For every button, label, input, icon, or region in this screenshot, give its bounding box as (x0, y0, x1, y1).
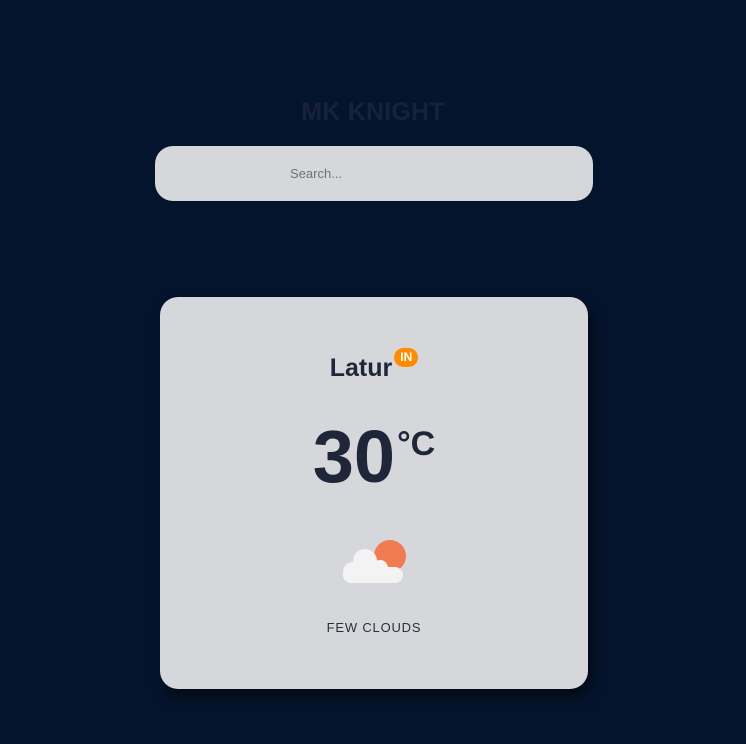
temperature-value: 30 (312, 415, 396, 498)
location-row: Latur IN (160, 347, 588, 383)
temperature-row: 30°C (160, 417, 588, 497)
weather-app: MK KNIGHT LaturIN 30°C FEW CLOUDS (0, 0, 746, 744)
search-input[interactable] (155, 146, 593, 201)
few-clouds-day-icon (343, 540, 406, 583)
country-badge: IN (394, 347, 419, 367)
weather-condition: FEW CLOUDS (326, 620, 422, 635)
weather-card: Latur IN 30°C FEW CLOUDS (160, 297, 588, 689)
search-bar[interactable] (155, 146, 593, 201)
city-name: Latur (329, 354, 393, 382)
temperature-unit: °C (397, 425, 436, 463)
brand-title: MK KNIGHT (301, 98, 445, 126)
